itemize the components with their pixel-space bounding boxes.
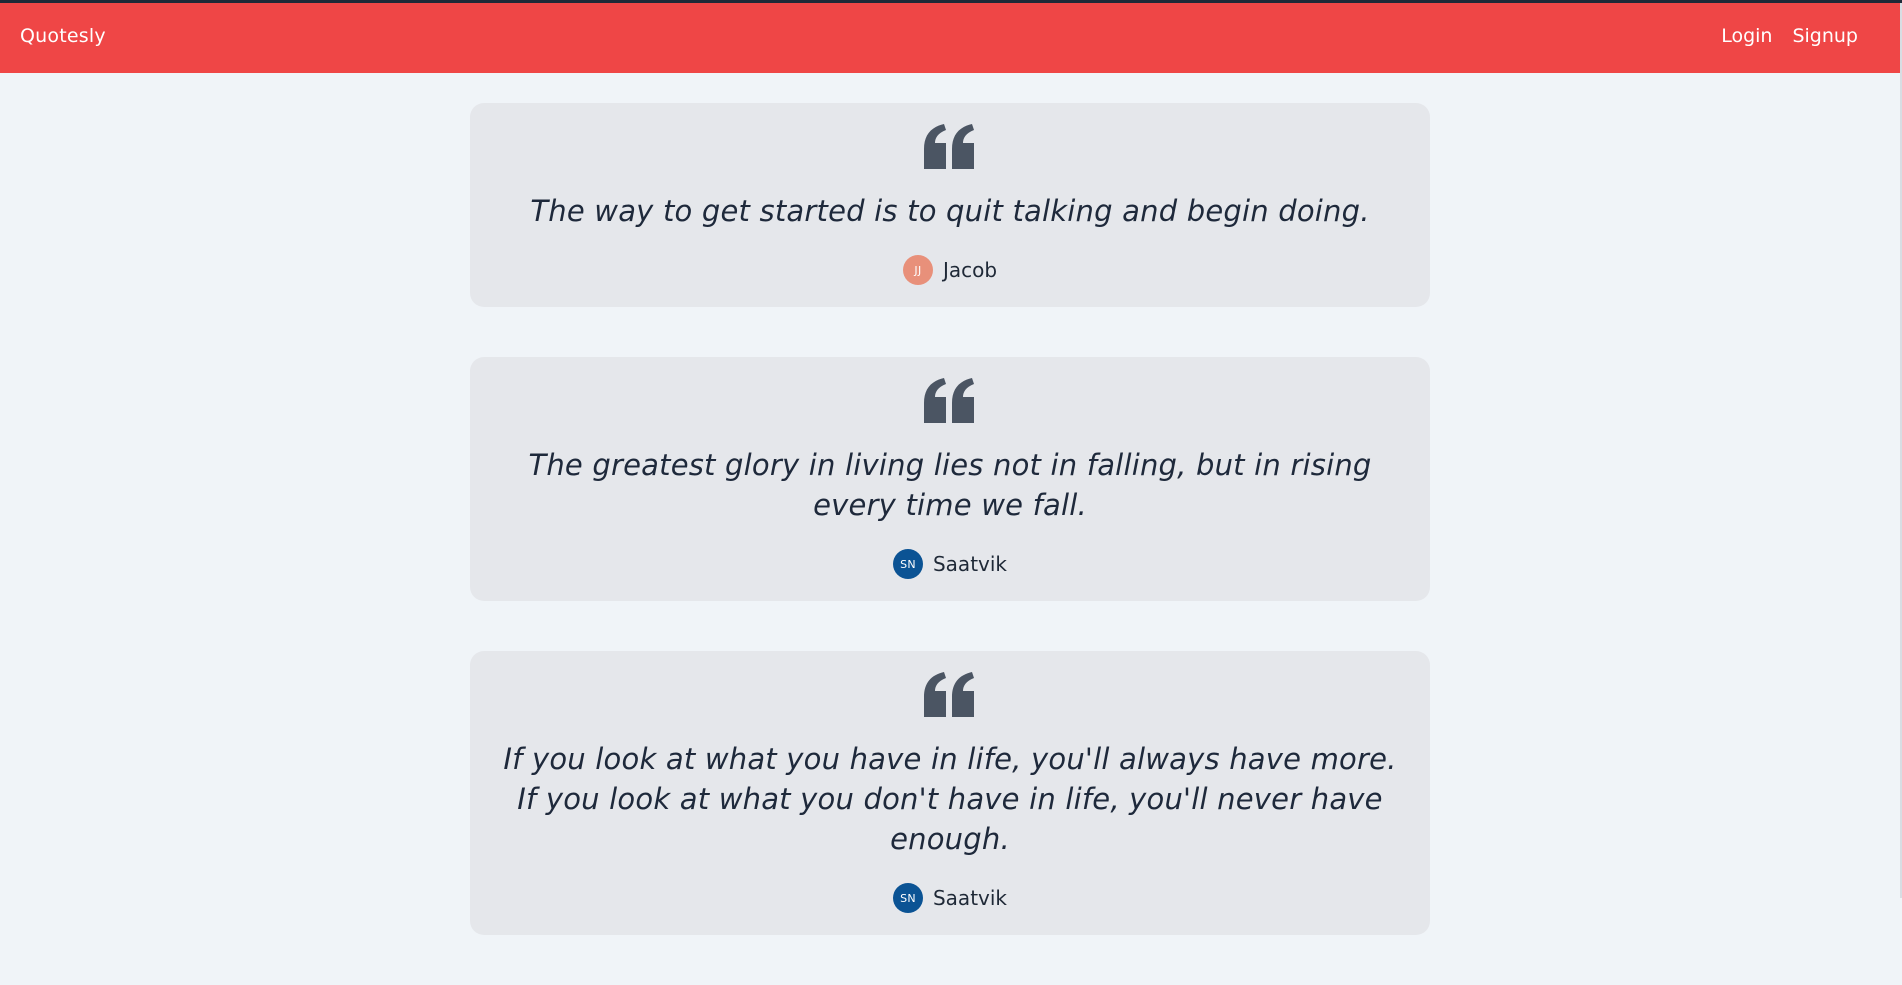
quote-author[interactable]: SN Saatvik <box>892 549 1008 579</box>
quote-card: The greatest glory in living lies not in… <box>470 357 1430 601</box>
author-name: Jacob <box>942 258 998 282</box>
quote-icon <box>924 672 974 717</box>
quote-author[interactable]: SN Saatvik <box>892 883 1008 913</box>
avatar: SN <box>892 549 923 579</box>
brand-logo[interactable]: Quotesly <box>20 25 106 47</box>
quote-card: The way to get started is to quit talkin… <box>470 103 1430 307</box>
quote-feed: The way to get started is to quit talkin… <box>470 103 1430 985</box>
quote-text: If you look at what you have in life, yo… <box>503 742 1397 856</box>
signup-link[interactable]: Signup <box>1792 25 1858 47</box>
quote-card: If you look at what you have in life, yo… <box>470 651 1430 935</box>
avatar: SN <box>892 883 923 913</box>
nav-links: Login Signup <box>1721 25 1858 47</box>
quote-text: The greatest glory in living lies not in… <box>528 448 1372 522</box>
quote-author[interactable]: JJ Jacob <box>902 255 998 285</box>
login-link[interactable]: Login <box>1721 25 1772 47</box>
quote-icon <box>924 124 974 169</box>
author-name: Saatvik <box>932 886 1008 910</box>
author-name: Saatvik <box>932 552 1008 576</box>
quote-text: The way to get started is to quit talkin… <box>530 194 1370 228</box>
quote-icon <box>924 378 974 423</box>
avatar: JJ <box>902 255 933 285</box>
navbar: Quotesly Login Signup <box>0 3 1902 73</box>
